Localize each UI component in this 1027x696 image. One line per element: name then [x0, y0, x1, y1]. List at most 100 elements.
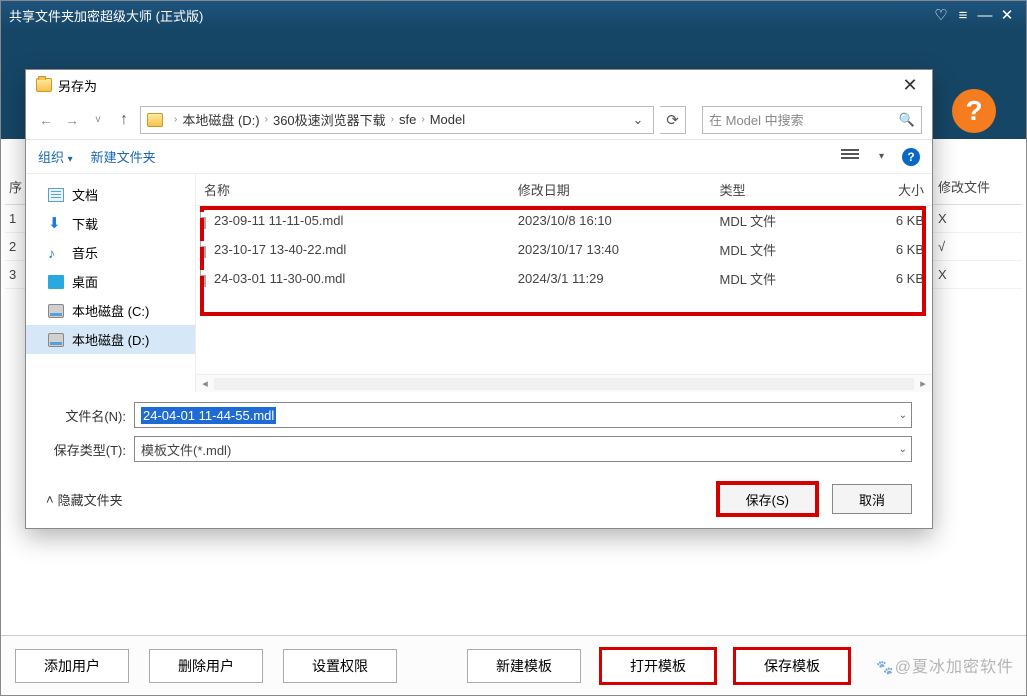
hide-folders-toggle[interactable]: ˄隐藏文件夹	[46, 490, 123, 509]
save-template-button[interactable]: 保存模板	[735, 649, 849, 683]
dialog-footer: ˄隐藏文件夹 保存(S) 取消	[26, 476, 932, 528]
filename-label: 文件名(N):	[46, 406, 126, 425]
address-bar[interactable]: › 本地磁盘 (D:) › 360极速浏览器下载 › sfe › Model ⌄	[140, 106, 654, 134]
breadcrumb-item[interactable]: 360极速浏览器下载	[273, 110, 386, 129]
nav-back-icon[interactable]: ←	[36, 112, 56, 128]
app-title: 共享文件夹加密超级大师 (正式版)	[9, 6, 930, 25]
file-area: 名称 修改日期 类型 大小 23-09-11 11-11-05.mdl 2023…	[196, 174, 932, 392]
chevron-right-icon[interactable]: ›	[265, 114, 268, 125]
chevron-right-icon[interactable]: ›	[391, 114, 394, 125]
col-name[interactable]: 名称	[204, 180, 518, 199]
open-template-button[interactable]: 打开模板	[601, 649, 715, 683]
folder-icon	[147, 113, 163, 127]
refresh-icon[interactable]: ⟳	[660, 106, 686, 134]
document-icon	[48, 188, 64, 202]
main-body: ? 帮助 序 修改文件 1X 2√ 3X 添加用户 删除用户 设置权限 新建模板…	[1, 29, 1026, 695]
download-icon: ⬇	[48, 217, 64, 231]
dialog-toolbar: 组织 ▾ 新建文件夹 ▾ ?	[26, 140, 932, 174]
breadcrumb-item[interactable]: Model	[430, 112, 465, 127]
file-row[interactable]: 24-03-01 11-30-00.mdl 2024/3/1 11:29 MDL…	[196, 264, 932, 293]
sidebar-item-downloads[interactable]: ⬇下载	[26, 209, 195, 238]
close-icon[interactable]: ✕	[996, 6, 1018, 24]
file-row[interactable]: 23-10-17 13-40-22.mdl 2023/10/17 13:40 M…	[196, 235, 932, 264]
desktop-icon	[48, 275, 64, 289]
chevron-down-icon: ▾	[68, 154, 73, 165]
search-input[interactable]: 在 Model 中搜索 🔍	[702, 106, 922, 134]
sidebar-item-disk-d[interactable]: 本地磁盘 (D:)	[26, 325, 195, 354]
organize-menu[interactable]: 组织 ▾	[38, 147, 73, 166]
form-area: 文件名(N): 24-04-01 11-44-55.mdl ⌄ 保存类型(T):…	[26, 392, 932, 476]
new-template-button[interactable]: 新建模板	[467, 649, 581, 683]
filetype-select[interactable]: 模板文件(*.mdl) ⌄	[134, 436, 912, 462]
scroll-track[interactable]	[214, 378, 914, 390]
sidebar-item-music[interactable]: ♪音乐	[26, 238, 195, 267]
bg-col-mod: 修改文件	[938, 177, 1018, 196]
filename-value: 24-04-01 11-44-55.mdl	[141, 407, 276, 424]
scroll-left-icon[interactable]: ◂	[196, 377, 214, 390]
file-header: 名称 修改日期 类型 大小	[196, 174, 932, 206]
set-perm-button[interactable]: 设置权限	[283, 649, 397, 683]
filetype-value: 模板文件(*.mdl)	[141, 440, 231, 459]
breadcrumb-item[interactable]: 本地磁盘 (D:)	[182, 110, 259, 129]
dialog-close-icon[interactable]: ✕	[898, 75, 922, 96]
del-user-button[interactable]: 删除用户	[149, 649, 263, 683]
search-icon[interactable]: 🔍	[899, 112, 915, 128]
chevron-down-icon[interactable]: ⌄	[899, 444, 907, 455]
nav-up-icon[interactable]: ↑	[114, 111, 134, 129]
app-titlebar: 共享文件夹加密超级大师 (正式版) ♡ ≡ — ✕	[1, 1, 1026, 29]
horizontal-scrollbar[interactable]: ◂ ▸	[196, 374, 932, 392]
chevron-down-icon[interactable]: ▾	[879, 151, 884, 162]
app-window: 共享文件夹加密超级大师 (正式版) ♡ ≡ — ✕ ? 帮助 序 修改文件 1X…	[0, 0, 1027, 696]
file-icon	[204, 212, 206, 229]
bg-row-mod: X	[938, 211, 1018, 226]
dialog-help-icon[interactable]: ?	[902, 148, 920, 166]
file-icon	[204, 241, 206, 258]
search-placeholder: 在 Model 中搜索	[709, 110, 804, 129]
menu-icon[interactable]: ≡	[952, 7, 974, 24]
chevron-right-icon[interactable]: ›	[174, 114, 177, 125]
file-row[interactable]: 23-09-11 11-11-05.mdl 2023/10/8 16:10 MD…	[196, 206, 932, 235]
chevron-down-icon[interactable]: ⌄	[899, 410, 907, 421]
file-list[interactable]: 23-09-11 11-11-05.mdl 2023/10/8 16:10 MD…	[196, 206, 932, 374]
minimize-icon[interactable]: —	[974, 7, 996, 24]
music-icon: ♪	[48, 246, 64, 260]
bg-row-mod: X	[938, 267, 1018, 282]
theme-icon[interactable]: ♡	[930, 6, 952, 24]
sidebar-item-desktop[interactable]: 桌面	[26, 267, 195, 296]
address-dropdown-icon[interactable]: ⌄	[629, 112, 647, 128]
nav-row: ← → v ↑ › 本地磁盘 (D:) › 360极速浏览器下载 › sfe ›…	[26, 100, 932, 140]
breadcrumb-item[interactable]: sfe	[399, 112, 416, 127]
bottom-bar: 添加用户 删除用户 设置权限 新建模板 打开模板 保存模板 🐾@夏冰加密软件	[1, 635, 1026, 695]
disk-icon	[48, 304, 64, 318]
filename-input[interactable]: 24-04-01 11-44-55.mdl ⌄	[134, 402, 912, 428]
file-icon	[204, 270, 206, 287]
dialog-title: 另存为	[58, 76, 898, 95]
disk-icon	[48, 333, 64, 347]
help-icon[interactable]: ?	[952, 89, 996, 133]
new-folder-button[interactable]: 新建文件夹	[91, 147, 156, 166]
help-area[interactable]: ? 帮助	[952, 89, 996, 161]
sidebar-item-documents[interactable]: 文档	[26, 180, 195, 209]
places-sidebar: 文档 ⬇下载 ♪音乐 桌面 本地磁盘 (C:) 本地磁盘 (D:)	[26, 174, 196, 392]
sidebar-item-disk-c[interactable]: 本地磁盘 (C:)	[26, 296, 195, 325]
view-mode-icon[interactable]	[841, 149, 859, 165]
col-size[interactable]: 大小	[854, 180, 924, 199]
bg-row-mod: √	[938, 239, 1018, 254]
dialog-body: 文档 ⬇下载 ♪音乐 桌面 本地磁盘 (C:) 本地磁盘 (D:) 名称 修改日…	[26, 174, 932, 392]
help-label: 帮助	[952, 137, 996, 161]
nav-recent-icon[interactable]: v	[88, 114, 108, 125]
scroll-right-icon[interactable]: ▸	[914, 377, 932, 390]
save-button[interactable]: 保存(S)	[719, 484, 816, 514]
chevron-up-icon: ˄	[46, 492, 54, 507]
col-type[interactable]: 类型	[720, 180, 854, 199]
filetype-label: 保存类型(T):	[46, 440, 126, 459]
watermark: 🐾@夏冰加密软件	[876, 653, 1014, 677]
cancel-button[interactable]: 取消	[832, 484, 912, 514]
folder-icon	[36, 78, 52, 92]
chevron-right-icon[interactable]: ›	[421, 114, 424, 125]
dialog-titlebar: 另存为 ✕	[26, 70, 932, 100]
save-as-dialog: 另存为 ✕ ← → v ↑ › 本地磁盘 (D:) › 360极速浏览器下载 ›…	[25, 69, 933, 529]
add-user-button[interactable]: 添加用户	[15, 649, 129, 683]
nav-fwd-icon[interactable]: →	[62, 112, 82, 128]
col-date[interactable]: 修改日期	[518, 180, 720, 199]
